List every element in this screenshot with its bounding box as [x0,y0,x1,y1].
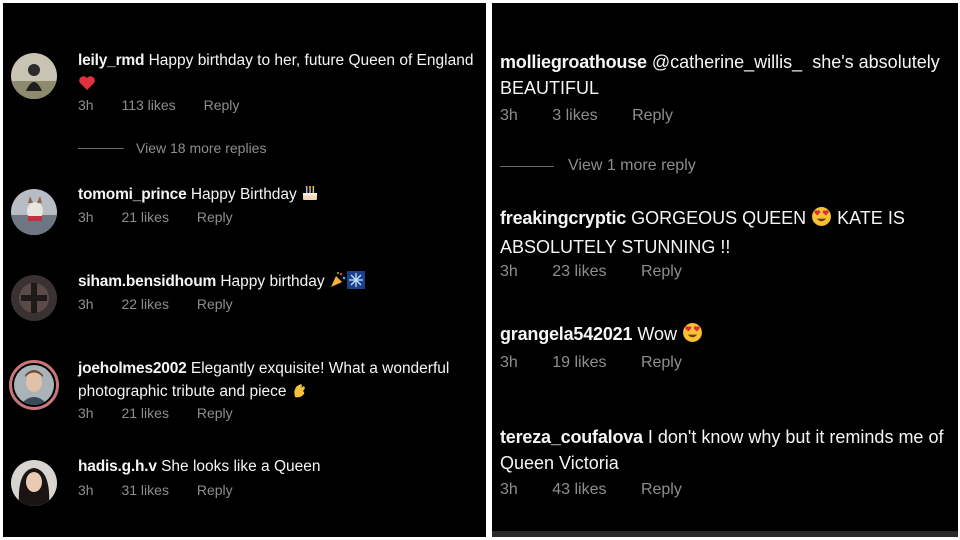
comment-username[interactable]: siham.bensidhoum [78,273,216,290]
comment-text: freakingcryptic GORGEOUS QUEEN KATE IS A… [500,205,950,260]
comment-likes[interactable]: 21 likes [121,405,168,421]
comment-text: leily_rmd Happy birthday to her, future … [78,49,478,98]
clapping-hand-icon [291,381,309,406]
comment-meta: 3h 21 likes Reply [78,405,233,421]
avatar[interactable] [11,460,57,506]
reply-button[interactable]: Reply [641,481,682,499]
reply-button[interactable]: Reply [197,209,233,225]
comment-body: She looks like a Queen [161,458,321,475]
comment-likes[interactable]: 31 likes [121,482,168,498]
comment-text: hadis.g.h.v She looks like a Queen [78,455,478,478]
right-comments-panel: molliegroathouse @catherine_willis_ she'… [492,3,958,537]
comment-text: molliegroathouse @catherine_willis_ she'… [500,49,950,101]
fireworks-icon [346,271,365,296]
party-popper-icon [329,271,347,296]
comment-body: Happy birthday [220,273,325,290]
comment-time: 3h [500,481,518,498]
comment-username[interactable]: tomomi_prince [78,186,187,203]
divider-line [78,147,124,149]
reply-button[interactable]: Reply [641,354,682,372]
heart-eyes-icon [682,322,703,350]
comment-username[interactable]: joeholmes2002 [78,360,187,377]
comment-text: tomomi_prince Happy Birthday [78,183,478,209]
comment-text: siham.bensidhoum Happy birthday [78,270,478,296]
comment-username[interactable]: molliegroathouse [500,52,647,72]
reply-button[interactable]: Reply [197,482,233,498]
avatar[interactable] [11,53,57,99]
avatar[interactable] [11,189,57,235]
reply-button[interactable]: Reply [197,405,233,421]
avatar-with-story-ring[interactable] [9,360,59,410]
comment-meta: 3h 43 likes Reply [500,481,682,499]
comment-text: tereza_coufalova I don't know why but it… [500,424,956,476]
comment-mention[interactable]: @catherine_willis_ [652,52,802,72]
comment-text: grangela542021 Wow [500,321,950,350]
comment-likes[interactable]: 43 likes [552,481,606,499]
comment-username[interactable]: hadis.g.h.v [78,458,157,475]
comment-time: 3h [78,209,94,225]
comment-time: 3h [78,97,94,113]
comment-time: 3h [78,405,94,421]
comment-username[interactable]: tereza_coufalova [500,427,643,447]
reply-button[interactable]: Reply [204,97,240,113]
avatar[interactable] [11,275,57,321]
comment-meta: 3h 21 likes Reply [78,209,233,225]
comment-body: Happy Birthday [190,186,297,203]
heart-icon [78,75,96,98]
comment-text: joeholmes2002 Elegantly exquisite! What … [78,357,478,406]
comment-meta: 3h 19 likes Reply [500,354,682,372]
comment-meta: 3h 23 likes Reply [500,263,682,281]
comment-meta: 3h 3 likes Reply [500,107,673,125]
view-more-replies[interactable]: View 18 more replies [78,140,266,156]
comment-meta: 3h 31 likes Reply [78,482,233,498]
view-more-label[interactable]: View 18 more replies [136,140,266,156]
comment-meta: 3h 22 likes Reply [78,296,233,312]
cake-icon [301,184,319,209]
reply-button[interactable]: Reply [632,107,673,125]
comment-username[interactable]: grangela542021 [500,324,632,344]
comment-likes[interactable]: 23 likes [552,263,606,281]
comment-likes[interactable]: 3 likes [552,107,597,125]
comment-body: Wow [637,324,677,344]
view-more-replies[interactable]: View 1 more reply [500,157,696,175]
comment-username[interactable]: freakingcryptic [500,208,626,228]
comment-likes[interactable]: 113 likes [121,97,175,113]
comment-time: 3h [500,107,518,124]
heart-eyes-icon [811,206,832,234]
divider-line [500,165,554,167]
bottom-bar [492,531,958,537]
reply-button[interactable]: Reply [197,296,233,312]
reply-button[interactable]: Reply [641,263,682,281]
comment-likes[interactable]: 19 likes [552,354,606,372]
comment-meta: 3h 113 likes Reply [78,97,239,113]
comment-time: 3h [78,296,94,312]
comment-time: 3h [500,263,518,280]
comment-time: 3h [78,482,94,498]
left-comments-panel: leily_rmd Happy birthday to her, future … [3,3,486,537]
comment-username[interactable]: leily_rmd [78,52,144,69]
view-more-label[interactable]: View 1 more reply [568,157,696,175]
comment-body: Happy birthday to her, future Queen of E… [148,52,474,69]
comment-likes[interactable]: 21 likes [121,209,168,225]
comment-likes[interactable]: 22 likes [121,296,168,312]
comment-time: 3h [500,354,518,371]
comment-body: GORGEOUS QUEEN [631,208,807,228]
